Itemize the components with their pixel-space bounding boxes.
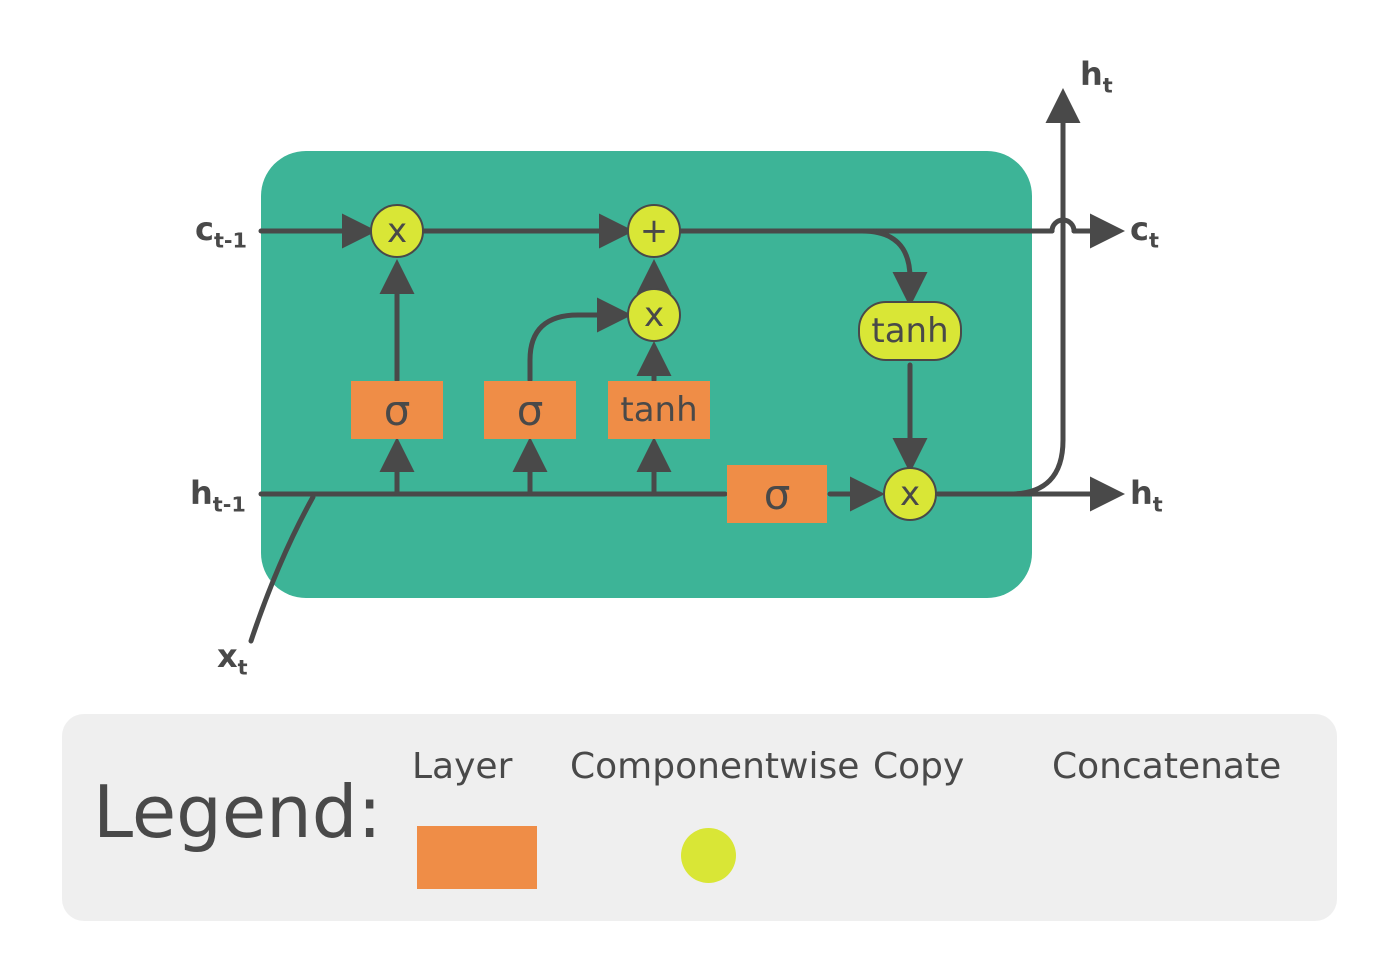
label-x-t-main: x	[217, 637, 238, 675]
legend-label-componentwise: Componentwise	[570, 746, 859, 787]
tanh-label: tanh	[620, 390, 697, 430]
legend-title: Legend:	[93, 770, 382, 854]
label-h-prev: ht-1	[190, 474, 246, 516]
legend-swatch-layer	[417, 826, 537, 889]
cell-tanh: tanh	[858, 301, 962, 361]
op-plus-cell: +	[627, 204, 681, 258]
tanh-label: tanh	[871, 311, 948, 351]
label-h-t-sub: t	[1153, 492, 1163, 516]
forget-gate-sigma: σ	[351, 381, 443, 439]
legend-label-concatenate: Concatenate	[1052, 746, 1281, 787]
legend-label-layer: Layer	[412, 746, 512, 787]
op-label: x	[644, 295, 664, 335]
label-h-t-top-sub: t	[1103, 73, 1113, 97]
op-multiply-output: x	[883, 467, 937, 521]
label-h-prev-main: h	[190, 474, 213, 512]
label-h-t-main: h	[1130, 474, 1153, 512]
candidate-tanh: tanh	[608, 381, 710, 439]
diagram-canvas: x + x x tanh σ σ tanh σ ct-1 ht-1 xt ct …	[0, 0, 1400, 959]
sigma-label: σ	[764, 470, 791, 519]
label-c-t-sub: t	[1149, 228, 1159, 252]
label-c-t: ct	[1130, 210, 1159, 252]
op-multiply-input: x	[627, 288, 681, 342]
input-gate-sigma: σ	[484, 381, 576, 439]
label-h-prev-sub: t-1	[213, 492, 246, 516]
label-c-prev-sub: t-1	[214, 228, 247, 252]
sigma-label: σ	[384, 386, 411, 435]
op-multiply-forget: x	[370, 204, 424, 258]
op-label: x	[900, 474, 920, 514]
label-c-prev-main: c	[195, 210, 214, 248]
legend-swatch-op	[681, 828, 736, 883]
label-x-t: xt	[217, 637, 248, 679]
op-label: +	[640, 211, 669, 251]
op-label: x	[387, 211, 407, 251]
label-h-t: ht	[1130, 474, 1163, 516]
output-gate-sigma: σ	[727, 465, 827, 523]
legend-label-copy: Copy	[873, 746, 964, 787]
label-h-t-top-main: h	[1080, 55, 1103, 93]
sigma-label: σ	[517, 386, 544, 435]
label-c-prev: ct-1	[195, 210, 247, 252]
label-h-t-top: ht	[1080, 55, 1113, 97]
label-x-t-sub: t	[238, 655, 248, 679]
label-c-t-main: c	[1130, 210, 1149, 248]
